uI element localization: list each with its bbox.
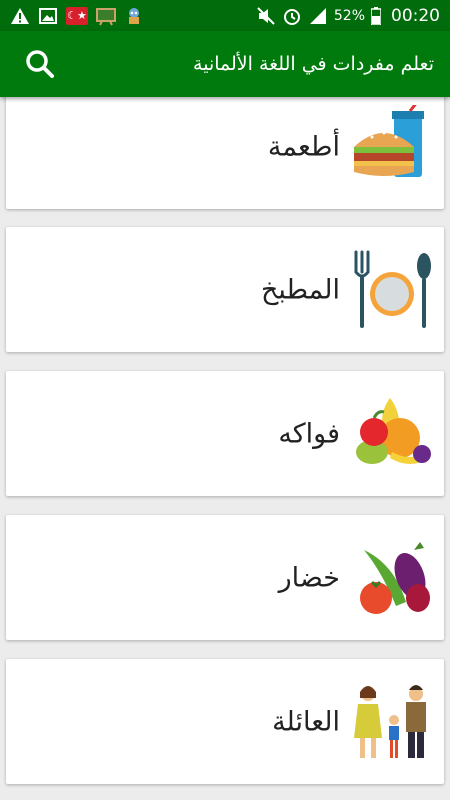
battery-icon bbox=[371, 6, 381, 25]
vegetables-icon bbox=[360, 541, 430, 614]
list-item-family[interactable]: العائلة bbox=[6, 659, 444, 784]
image-icon bbox=[39, 7, 57, 24]
app-bar: تعلم مفردات في اللغة الألمانية bbox=[0, 31, 450, 97]
list-item-food[interactable]: أطعمة bbox=[6, 84, 444, 209]
fruits-icon bbox=[356, 397, 431, 464]
list-item-label: أطعمة bbox=[267, 131, 340, 162]
burger-drink-icon bbox=[354, 104, 424, 177]
list-item-label: المطبخ bbox=[260, 274, 340, 305]
notification-icons: ☾★ bbox=[10, 6, 144, 26]
list-item-label: خضار bbox=[278, 562, 340, 593]
search-button[interactable] bbox=[22, 46, 58, 82]
signal-icon bbox=[309, 7, 326, 24]
list-item-fruits[interactable]: فواكه bbox=[6, 371, 444, 496]
status-bar: ☾★ 52% 00:20 bbox=[0, 0, 450, 31]
app-title: تعلم مفردات في اللغة الألمانية bbox=[193, 53, 434, 75]
plate-cutlery-icon bbox=[354, 250, 431, 328]
list-item-label: فواكه bbox=[278, 418, 340, 449]
turkey-flag-icon: ☾★ bbox=[66, 6, 88, 25]
alarm-icon bbox=[283, 8, 300, 25]
robot-icon bbox=[129, 7, 139, 24]
list-item-vegetables[interactable]: خضار bbox=[6, 515, 444, 640]
family-icon bbox=[354, 684, 426, 758]
search-icon bbox=[26, 50, 54, 78]
list-item-kitchen[interactable]: المطبخ bbox=[6, 227, 444, 352]
chalkboard-icon bbox=[96, 7, 116, 25]
list-item-label: العائلة bbox=[272, 706, 340, 737]
clock: 00:20 bbox=[391, 5, 440, 26]
battery-percentage: 52% bbox=[333, 7, 365, 24]
system-status: 52% 00:20 bbox=[256, 6, 440, 26]
warning-icon bbox=[11, 7, 29, 24]
mute-icon bbox=[257, 6, 275, 25]
